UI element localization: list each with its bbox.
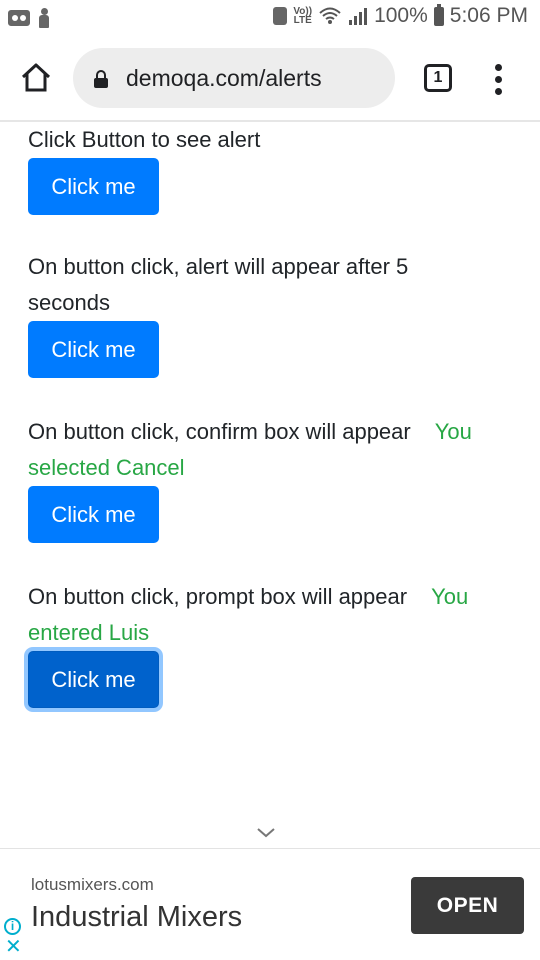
alert-row-confirm: On button click, confirm box will appear… <box>28 414 518 543</box>
lock-icon <box>94 70 108 88</box>
ad-domain: lotusmixers.com <box>31 875 154 894</box>
timer-alert-button[interactable]: Click me <box>28 321 159 378</box>
signal-icon <box>349 8 368 25</box>
status-bar: Vo)) LTE 100% 5:06 PM <box>0 0 540 36</box>
ad-banner[interactable]: lotusmixers.com Industrial Mixers OPEN i… <box>0 848 540 960</box>
prompt-label: On button click, prompt box will appear Y… <box>28 584 469 645</box>
alert-button[interactable]: Click me <box>28 158 159 215</box>
timer-alert-label: On button click, alert will appear after… <box>28 254 409 315</box>
url-text[interactable]: demoqa.com/alerts <box>126 65 322 92</box>
confirm-button[interactable]: Click me <box>28 486 159 543</box>
status-left-icons <box>8 8 50 28</box>
overflow-menu-icon[interactable] <box>491 64 505 96</box>
prompt-button[interactable]: Click me <box>28 651 159 708</box>
battery-percent: 100% <box>374 4 428 27</box>
clock: 5:06 PM <box>449 4 528 27</box>
alert-row-simple: Click Button to see alert Click me <box>28 122 518 215</box>
alert-row-prompt: On button click, prompt box will appear Y… <box>28 579 518 708</box>
ad-title[interactable]: Industrial Mixers <box>31 901 242 934</box>
page-content: Click Button to see alert Click me On bu… <box>0 122 540 848</box>
volte-icon: Vo)) LTE <box>293 6 313 26</box>
chevron-down-icon[interactable] <box>257 826 275 838</box>
home-icon[interactable] <box>20 62 52 94</box>
browser-toolbar: demoqa.com/alerts 1 <box>0 36 540 122</box>
accessibility-icon <box>38 8 50 28</box>
address-bar[interactable]: demoqa.com/alerts <box>73 48 395 108</box>
close-icon[interactable]: ✕ <box>5 937 22 957</box>
status-right-icons: Vo)) LTE 100% 5:06 PM <box>273 3 528 28</box>
screen-lock-icon <box>273 7 288 25</box>
info-icon[interactable]: i <box>4 918 21 935</box>
confirm-label: On button click, confirm box will appear… <box>28 419 472 480</box>
battery-icon <box>433 3 444 26</box>
alert-label: Click Button to see alert <box>28 127 261 152</box>
alert-row-timer: On button click, alert will appear after… <box>28 249 518 378</box>
tab-switcher-button[interactable]: 1 <box>424 64 452 92</box>
ad-open-button[interactable]: OPEN <box>411 877 524 934</box>
wifi-icon <box>319 7 341 24</box>
voicemail-icon <box>8 10 30 26</box>
